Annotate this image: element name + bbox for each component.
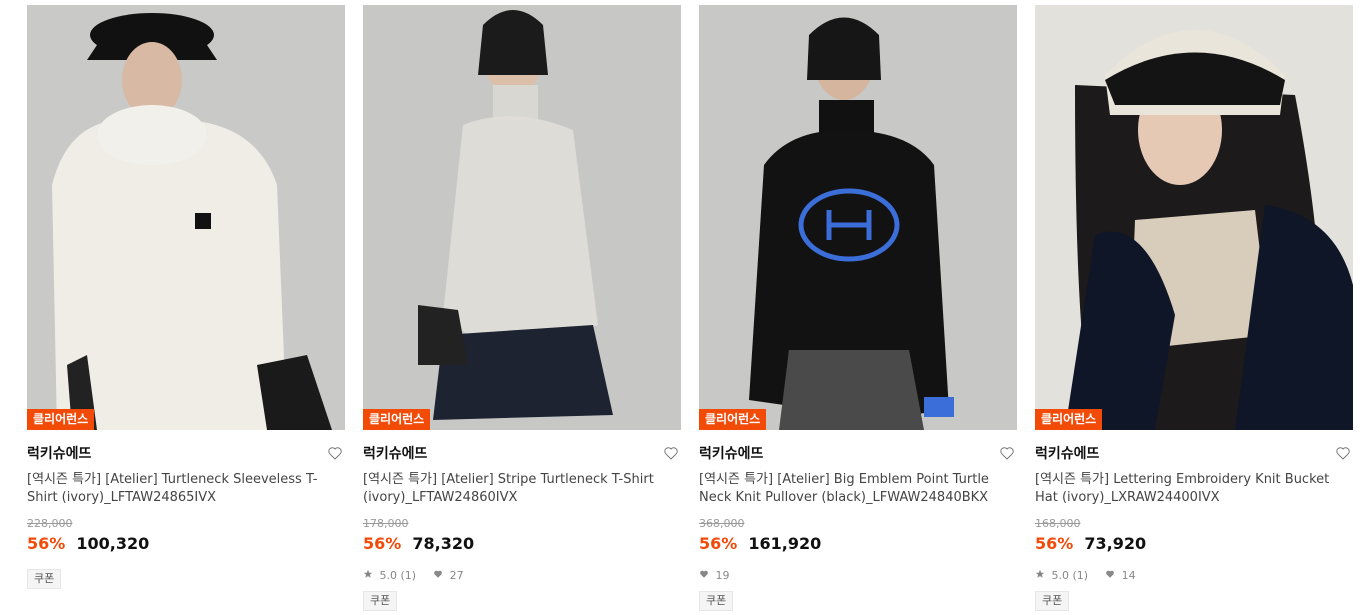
sale-price: 73,920 [1084, 534, 1147, 553]
sale-price: 161,920 [748, 534, 822, 553]
clearance-badge: 클리어런스 [27, 409, 95, 430]
heart-icon [700, 570, 708, 578]
product-card[interactable]: 클리어런스 럭키슈에뜨 [역시즌 특가] [Atelier] Big Emble… [699, 5, 1017, 615]
coupon-badge: 쿠폰 [27, 569, 62, 589]
product-card[interactable]: 클리어런스 럭키슈에뜨 [역시즌 특가] Lettering Embroider… [1035, 5, 1353, 615]
sale-price: 78,320 [412, 534, 475, 553]
heart-icon[interactable] [327, 445, 343, 461]
coupon-badge: 쿠폰 [1035, 591, 1070, 611]
product-photo-sleeveless-tshirt [27, 5, 345, 430]
heart-icon[interactable] [1335, 445, 1351, 461]
product-photo-bucket-hat [1035, 5, 1353, 430]
product-title[interactable]: [역시즌 특가] [Atelier] Turtleneck Sleeveless… [27, 471, 345, 507]
brand-name[interactable]: 럭키슈에뜨 [699, 442, 1017, 466]
review-meta: 5.0 (1) 27 [363, 569, 681, 583]
product-title[interactable]: [역시즌 특가] Lettering Embroidery Knit Bucke… [1035, 471, 1353, 507]
heart-icon[interactable] [999, 445, 1015, 461]
product-image[interactable]: 클리어런스 [363, 5, 681, 430]
original-price: 178,000 [363, 517, 409, 530]
heart-icon [434, 570, 442, 578]
discount-rate: 56% [363, 534, 402, 553]
product-title[interactable]: [역시즌 특가] [Atelier] Big Emblem Point Turt… [699, 471, 1017, 507]
brand-name[interactable]: 럭키슈에뜨 [1035, 442, 1353, 466]
rating-text: 5.0 (1) [1051, 569, 1089, 582]
product-title[interactable]: [역시즌 특가] [Atelier] Stripe Turtleneck T-S… [363, 471, 681, 507]
product-photo-stripe-turtleneck [363, 5, 681, 430]
coupon-badge: 쿠폰 [363, 591, 398, 611]
product-photo-emblem-knit [699, 5, 1017, 430]
rating-text: 5.0 (1) [379, 569, 417, 582]
brand-name[interactable]: 럭키슈에뜨 [363, 442, 681, 466]
product-grid: 클리어런스 럭키슈에뜨 [역시즌 특가] [Atelier] Turtlenec… [0, 0, 1366, 615]
discount-rate: 56% [1035, 534, 1074, 553]
coupon-badge: 쿠폰 [699, 591, 734, 611]
star-icon [363, 569, 373, 578]
sale-price: 100,320 [76, 534, 150, 553]
original-price: 168,000 [1035, 517, 1081, 530]
heart-icon[interactable] [663, 445, 679, 461]
product-card[interactable]: 클리어런스 럭키슈에뜨 [역시즌 특가] [Atelier] Stripe Tu… [363, 5, 681, 615]
likes-count: 19 [715, 569, 730, 582]
clearance-badge: 클리어런스 [1035, 409, 1103, 430]
review-meta: 19 [699, 569, 1017, 583]
clearance-badge: 클리어런스 [363, 409, 431, 430]
product-image[interactable]: 클리어런스 [27, 5, 345, 430]
product-image[interactable]: 클리어런스 [699, 5, 1017, 430]
likes-count: 27 [449, 569, 464, 582]
star-icon [1035, 569, 1045, 578]
product-card[interactable]: 클리어런스 럭키슈에뜨 [역시즌 특가] [Atelier] Turtlenec… [27, 5, 345, 615]
original-price: 228,000 [27, 517, 73, 530]
likes-count: 14 [1121, 569, 1136, 582]
review-meta: 5.0 (1) 14 [1035, 569, 1353, 583]
clearance-badge: 클리어런스 [699, 409, 767, 430]
original-price: 368,000 [699, 517, 745, 530]
discount-rate: 56% [699, 534, 738, 553]
heart-icon [1106, 570, 1114, 578]
brand-name[interactable]: 럭키슈에뜨 [27, 442, 345, 466]
discount-rate: 56% [27, 534, 66, 553]
product-image[interactable]: 클리어런스 [1035, 5, 1353, 430]
